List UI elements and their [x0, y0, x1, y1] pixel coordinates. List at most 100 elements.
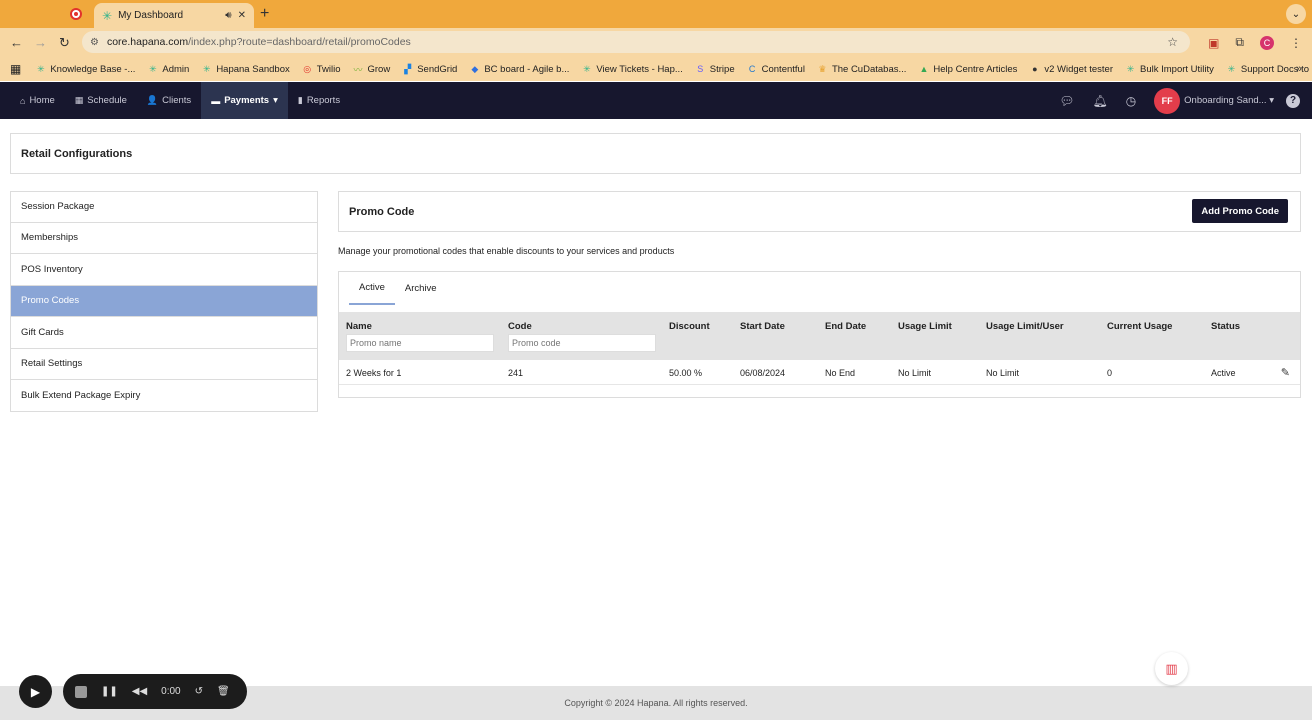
sidebar-item-memberships[interactable]: Memberships	[10, 222, 318, 254]
promo-table-panel: ActiveArchive NameCodeDiscountStart Date…	[338, 271, 1301, 398]
bookmark-item[interactable]: ◎ Twilio	[302, 63, 341, 75]
bookmark-item[interactable]: ◆ BC board - Agile b...	[469, 64, 569, 75]
nav-item-home[interactable]: ⌂ Home	[10, 82, 65, 119]
promo-code-filter[interactable]	[508, 334, 656, 352]
nav-item-label: Home	[29, 95, 55, 106]
kebab-menu-icon[interactable]: ⋮	[1290, 36, 1302, 50]
chart-icon: ▮	[297, 95, 303, 105]
sidebar-item-bulk-extend-package-expiry[interactable]: Bulk Extend Package Expiry	[10, 380, 318, 412]
bookmark-item[interactable]: ▞ SendGrid	[402, 64, 457, 75]
table-cell: No End	[825, 368, 856, 378]
extension-icon[interactable]: ▣	[1208, 36, 1219, 50]
promo-title: Promo Code	[349, 205, 415, 218]
extension-area: ▣ ⧉ C ⋮	[1208, 35, 1302, 50]
tab-title: My Dashboard	[118, 10, 184, 21]
bookmark-item[interactable]: ✳ Hapana Sandbox	[201, 63, 290, 75]
bookmark-item[interactable]: ▲ Help Centre Articles	[918, 64, 1017, 75]
calendar-icon: ▦	[74, 95, 84, 105]
edit-pencil-icon[interactable]: ✎	[1281, 366, 1290, 379]
apps-grid-icon[interactable]: ▦	[10, 62, 21, 76]
bookmarks-overflow-icon[interactable]: »	[1296, 63, 1302, 75]
tab-search-button[interactable]: ⌄	[1286, 4, 1306, 24]
bookmark-label: Hapana Sandbox	[216, 63, 290, 75]
speaker-icon[interactable]: 🔊︎	[225, 10, 231, 21]
promo-tabs: Active Archive	[339, 272, 1300, 312]
stop-icon[interactable]	[75, 685, 87, 698]
app-navbar: ⌂ Home ▦ Schedule 👤 Clients ▬ Payments ▾ ▮ Reports…	[0, 82, 1312, 119]
navbar-right: 💬︎ 🔔︎ ◷ FF Onboarding Sand... ▾ ?	[1059, 82, 1312, 119]
caret-down-icon: ▾	[273, 95, 278, 106]
column-header[interactable]: Code	[508, 321, 532, 332]
table-cell: Active	[1211, 368, 1236, 378]
promo-name-filter[interactable]	[346, 334, 494, 352]
bookmark-item[interactable]: S Stripe	[695, 64, 734, 75]
column-header[interactable]: Status	[1211, 321, 1240, 332]
nav-item-schedule[interactable]: ▦ Schedule	[65, 82, 137, 119]
tab-archive[interactable]: Archive	[395, 272, 447, 305]
sidebar-item-gift-cards[interactable]: Gift Cards	[10, 317, 318, 349]
column-header[interactable]: Current Usage	[1107, 321, 1172, 332]
site-info-icon[interactable]: ⚙	[90, 37, 99, 48]
tab-active[interactable]: Active	[349, 272, 395, 305]
nav-item-label: Schedule	[87, 95, 127, 106]
add-promo-code-button[interactable]: Add Promo Code	[1192, 199, 1288, 223]
user-avatar[interactable]: FF	[1154, 87, 1181, 114]
column-header[interactable]: Start Date	[740, 321, 785, 332]
puzzle-icon[interactable]: ⧉	[1235, 35, 1244, 50]
restart-icon[interactable]: ↺	[195, 686, 203, 697]
column-header[interactable]: Name	[346, 321, 372, 332]
column-header[interactable]: Usage Limit/User	[986, 321, 1064, 332]
browser-tab-active[interactable]: ✳ My Dashboard 🔊︎ ✕	[94, 3, 254, 28]
table-cell: 0	[1107, 368, 1113, 378]
url-field[interactable]: ⚙ core.hapana.com/index.php?route=dashbo…	[82, 31, 1190, 53]
bookmark-label: The CuDatabas...	[831, 63, 907, 75]
close-tab-icon[interactable]: ✕	[238, 10, 246, 21]
column-header[interactable]: End Date	[825, 321, 866, 332]
sidebar-item-pos-inventory[interactable]: POS Inventory	[10, 254, 318, 286]
bookmark-item[interactable]: ● v2 Widget tester	[1029, 64, 1113, 75]
bookmark-label: Twilio	[316, 63, 341, 75]
address-bar-row: ← → ↻ ⚙ core.hapana.com/index.php?route=…	[0, 28, 1312, 57]
table-body: 2 Weeks for 1 241 50.00 % 06/08/2024 No End N…	[339, 360, 1300, 385]
bookmark-item[interactable]: ✳ Bulk Import Utility	[1125, 64, 1214, 75]
clock-icon[interactable]: ◷	[1126, 94, 1136, 108]
new-tab-button[interactable]: +	[260, 5, 269, 23]
card-icon: ▬	[211, 95, 221, 106]
recorder-time: 0:00	[161, 686, 181, 697]
chat-icon[interactable]: 💬︎	[1059, 94, 1074, 108]
rewind-icon[interactable]: ◀◀	[132, 686, 147, 697]
pause-icon[interactable]: ❚❚	[101, 686, 118, 697]
recording-tab-icon[interactable]	[70, 8, 82, 20]
profile-avatar[interactable]: C	[1260, 35, 1274, 50]
bookmark-star-icon[interactable]: ☆	[1167, 35, 1178, 49]
table-row: 2 Weeks for 1 241 50.00 % 06/08/2024 No End N…	[339, 360, 1300, 385]
bookmark-label: v2 Widget tester	[1044, 63, 1113, 75]
bookmark-item[interactable]: ♛ The CuDatabas...	[817, 64, 906, 75]
bookmark-item[interactable]: ✳ Knowledge Base -...	[35, 64, 135, 75]
nav-item-clients[interactable]: 👤 Clients	[137, 82, 201, 119]
trash-icon[interactable]: 🗑︎	[217, 686, 230, 697]
barcode-scan-icon[interactable]: ▥	[1155, 652, 1188, 685]
column-header[interactable]: Usage Limit	[898, 321, 952, 332]
url-text: core.hapana.com/index.php?route=dashboar…	[107, 36, 411, 48]
bookmark-favicon-icon: C	[748, 64, 756, 74]
camera-icon[interactable]: ▶︎	[19, 675, 52, 708]
help-icon[interactable]: ?	[1286, 93, 1300, 108]
back-icon[interactable]: ←	[10, 35, 23, 50]
reload-icon[interactable]: ↻	[59, 35, 70, 51]
bookmark-favicon-icon: ✳	[583, 63, 591, 74]
bookmark-favicon-icon: ✳	[149, 63, 157, 74]
sidebar-item-promo-codes[interactable]: Promo Codes	[10, 285, 318, 317]
nav-item-reports[interactable]: ▮ Reports	[288, 82, 350, 119]
bookmark-item[interactable]: ✳ Admin	[147, 64, 189, 75]
org-switcher[interactable]: Onboarding Sand... ▾	[1184, 95, 1274, 106]
sidebar-item-session-package[interactable]: Session Package	[10, 191, 318, 223]
bookmark-item[interactable]: 〰 Grow	[353, 64, 390, 75]
bookmark-item[interactable]: ✳ View Tickets - Hap...	[581, 63, 683, 75]
bookmark-item[interactable]: C Contentful	[747, 64, 805, 75]
forward-icon[interactable]: →	[34, 35, 47, 50]
column-header[interactable]: Discount	[669, 321, 710, 332]
bell-icon[interactable]: 🔔︎	[1092, 94, 1107, 108]
sidebar-item-retail-settings[interactable]: Retail Settings	[10, 348, 318, 380]
nav-item-payments[interactable]: ▬ Payments ▾	[201, 82, 288, 119]
